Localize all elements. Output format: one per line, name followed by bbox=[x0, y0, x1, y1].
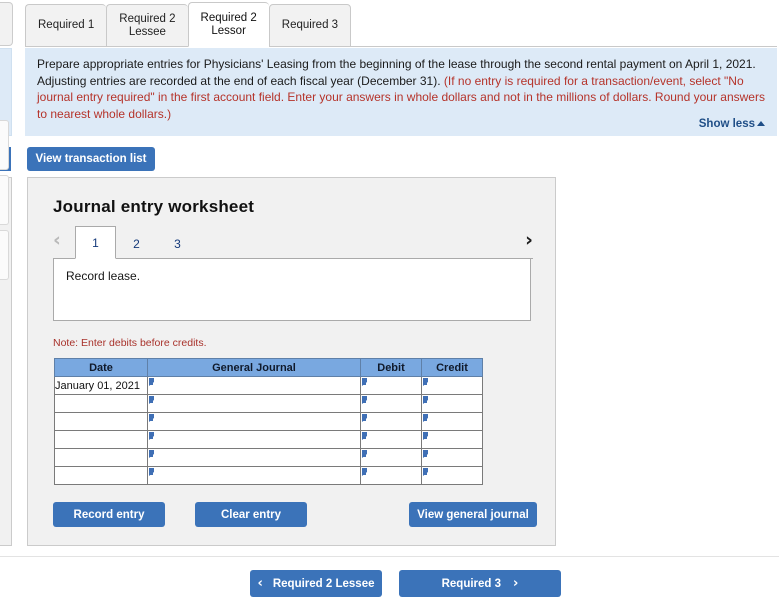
tab-required-3[interactable]: Required 3 bbox=[268, 4, 352, 47]
cell-credit[interactable] bbox=[421, 448, 483, 467]
nav-next-label: Required 3 bbox=[441, 577, 502, 590]
cell-general-journal[interactable] bbox=[147, 376, 361, 395]
nav-previous-button[interactable]: ‹ Required 2 Lessee bbox=[250, 570, 382, 597]
table-header-row: Date General Journal Debit Credit bbox=[54, 358, 483, 377]
cell-date[interactable] bbox=[54, 430, 148, 449]
worksheet-title: Journal entry worksheet bbox=[53, 197, 255, 216]
cell-debit[interactable] bbox=[360, 412, 422, 431]
instructions-panel: Prepare appropriate entries for Physicia… bbox=[25, 48, 777, 136]
chevron-right-icon: › bbox=[513, 576, 519, 591]
cell-credit[interactable] bbox=[421, 394, 483, 413]
cell-date[interactable]: January 01, 2021 bbox=[54, 376, 148, 395]
worksheet-memo-box[interactable]: Record lease. bbox=[53, 259, 531, 321]
table-row bbox=[54, 430, 483, 449]
nav-next-button[interactable]: Required 3 › bbox=[399, 570, 561, 597]
table-row: January 01, 2021 bbox=[54, 376, 483, 395]
view-transaction-list-label: View transaction list bbox=[35, 153, 147, 165]
table-row bbox=[54, 448, 483, 467]
view-general-journal-label: View general journal bbox=[417, 508, 529, 521]
worksheet-pager: ‹ 1 2 3 › bbox=[53, 226, 533, 259]
record-entry-button[interactable]: Record entry bbox=[53, 502, 165, 527]
cell-debit[interactable] bbox=[360, 466, 422, 485]
column-header-credit: Credit bbox=[421, 358, 483, 377]
offscreen-stub-one bbox=[0, 120, 9, 170]
journal-entry-table: Date General Journal Debit Credit Januar… bbox=[54, 358, 483, 485]
debits-before-credits-note: Note: Enter debits before credits. bbox=[53, 337, 207, 349]
column-header-debit: Debit bbox=[360, 358, 422, 377]
show-less-label: Show less bbox=[698, 118, 755, 130]
clear-entry-label: Clear entry bbox=[220, 508, 282, 521]
pager-next-chevron-icon[interactable]: › bbox=[525, 230, 533, 250]
column-header-date: Date bbox=[54, 358, 148, 377]
pager-page-3[interactable]: 3 bbox=[157, 229, 198, 259]
pager-page-1[interactable]: 1 bbox=[75, 226, 116, 259]
table-row bbox=[54, 466, 483, 485]
nav-previous-label: Required 2 Lessee bbox=[272, 577, 375, 590]
cell-date[interactable] bbox=[54, 412, 148, 431]
cell-debit[interactable] bbox=[360, 448, 422, 467]
journal-entry-worksheet-panel: Journal entry worksheet ‹ 1 2 3 › Record… bbox=[27, 177, 556, 546]
record-entry-label: Record entry bbox=[73, 508, 145, 521]
cell-debit[interactable] bbox=[360, 376, 422, 395]
cell-general-journal[interactable] bbox=[147, 394, 361, 413]
cell-credit[interactable] bbox=[421, 376, 483, 395]
cell-date[interactable] bbox=[54, 394, 148, 413]
cell-general-journal[interactable] bbox=[147, 412, 361, 431]
cell-date[interactable] bbox=[54, 448, 148, 467]
chevron-left-icon: ‹ bbox=[257, 576, 263, 591]
clear-entry-button[interactable]: Clear entry bbox=[195, 502, 307, 527]
offscreen-stub-two bbox=[0, 175, 9, 225]
cell-credit[interactable] bbox=[421, 430, 483, 449]
instructions-text: Prepare appropriate entries for Physicia… bbox=[37, 56, 765, 122]
cell-general-journal[interactable] bbox=[147, 430, 361, 449]
requirement-tabs: Required 1 Required 2 Lessee Required 2 … bbox=[25, 2, 352, 47]
offscreen-stub-three bbox=[0, 230, 9, 280]
table-row bbox=[54, 394, 483, 413]
cell-debit[interactable] bbox=[360, 430, 422, 449]
caret-up-icon bbox=[757, 121, 765, 126]
cell-date[interactable] bbox=[54, 466, 148, 485]
pager-prev-chevron-icon[interactable]: ‹ bbox=[53, 230, 61, 250]
tab-required-2-lessee[interactable]: Required 2 Lessee bbox=[106, 4, 188, 47]
tab-strip-divider bbox=[25, 46, 777, 47]
view-general-journal-button[interactable]: View general journal bbox=[409, 502, 537, 527]
offscreen-tab-sliver bbox=[0, 2, 13, 46]
cell-general-journal[interactable] bbox=[147, 448, 361, 467]
tab-required-2-lessor[interactable]: Required 2 Lessor bbox=[187, 2, 269, 47]
pager-page-tabs: 1 2 3 bbox=[75, 226, 198, 259]
cell-general-journal[interactable] bbox=[147, 466, 361, 485]
cell-credit[interactable] bbox=[421, 412, 483, 431]
bottom-divider bbox=[0, 556, 779, 557]
show-less-link[interactable]: Show less bbox=[699, 118, 765, 130]
cell-debit[interactable] bbox=[360, 394, 422, 413]
table-row bbox=[54, 412, 483, 431]
tab-required-1[interactable]: Required 1 bbox=[25, 4, 107, 47]
view-transaction-list-button[interactable]: View transaction list bbox=[27, 147, 155, 171]
column-header-general-journal: General Journal bbox=[147, 358, 361, 377]
pager-page-2[interactable]: 2 bbox=[116, 229, 157, 259]
cell-credit[interactable] bbox=[421, 466, 483, 485]
